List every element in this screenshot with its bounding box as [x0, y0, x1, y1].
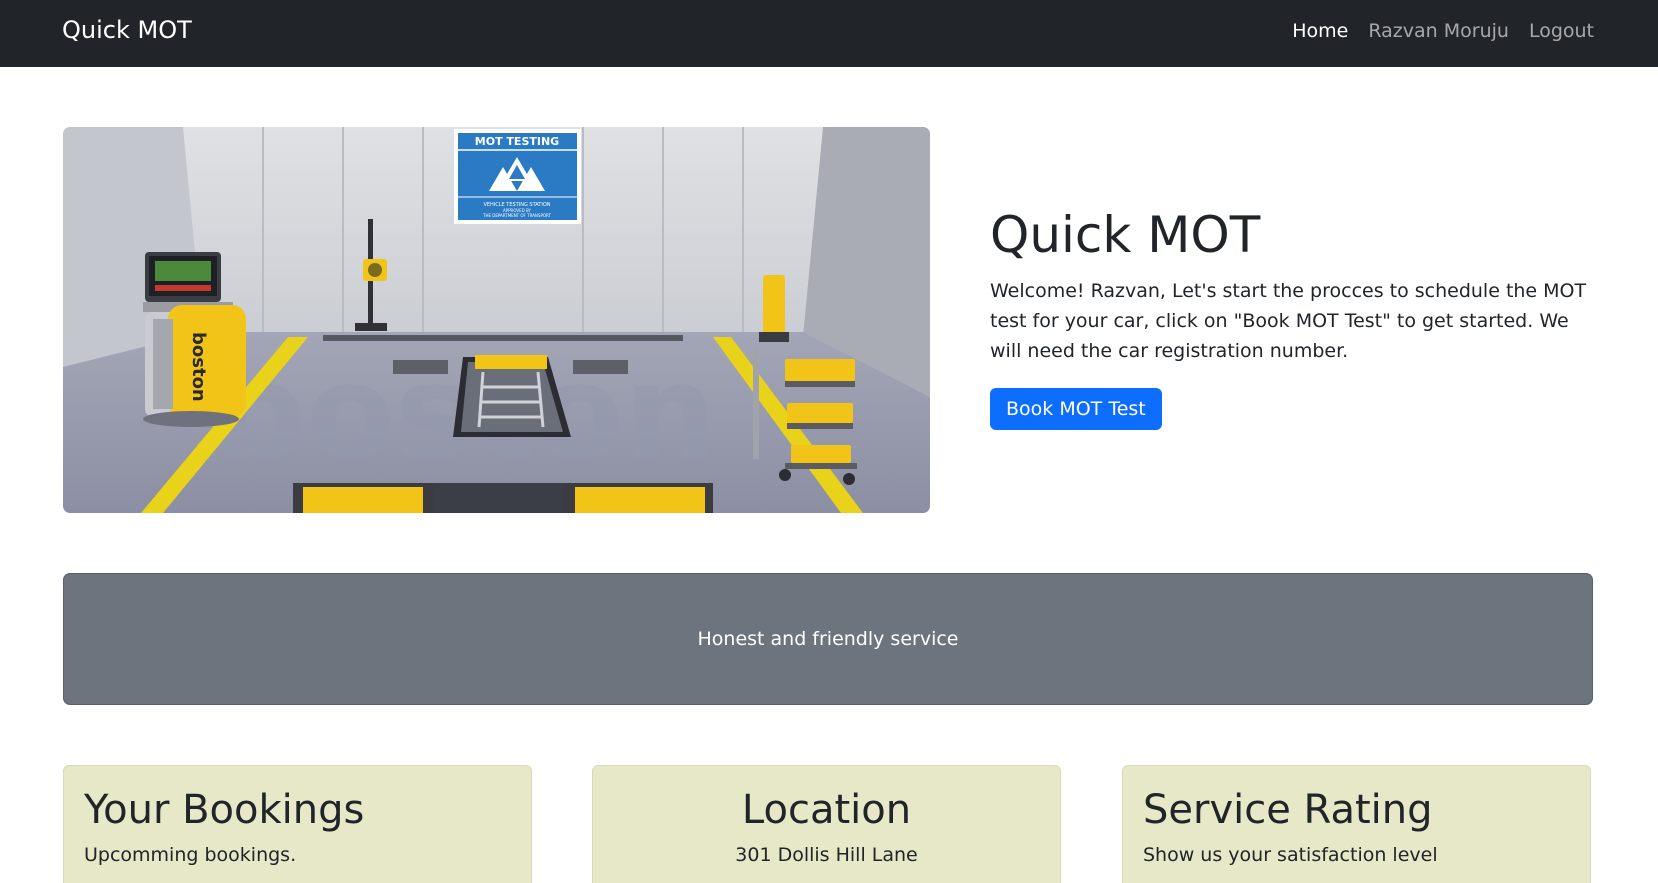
mot-garage-illustration: boston MOT TESTI [63, 127, 930, 513]
bookings-card-text: Upcomming bookings. [84, 844, 297, 866]
brand-link[interactable]: Quick MOT [62, 16, 192, 44]
service-rating-card-text: Show us your satisfaction level [1143, 844, 1438, 866]
banner-text: Honest and friendly service [697, 628, 959, 650]
service-rating-card-title: Service Rating [1143, 787, 1433, 833]
hero-image: boston MOT TESTI [63, 127, 930, 513]
hero-title: Quick MOT [990, 206, 1261, 264]
book-mot-test-button[interactable]: Book MOT Test [990, 388, 1162, 430]
info-banner: Honest and friendly service [63, 573, 1593, 705]
nav-link-home[interactable]: Home [1292, 20, 1348, 42]
location-card-text: 301 Dollis Hill Lane [735, 844, 918, 866]
hero-lead: Welcome! Razvan, Let's start the procces… [990, 280, 1587, 362]
hero-text: Quick MOT Welcome! Razvan, Let's start t… [990, 205, 1590, 430]
svg-text:THE DEPARTMENT OF TRANSPORT: THE DEPARTMENT OF TRANSPORT [482, 213, 551, 218]
nav-links: Home Razvan Moruju Logout [1292, 20, 1594, 42]
nav-link-logout[interactable]: Logout [1529, 20, 1594, 42]
nav-link-profile[interactable]: Razvan Moruju [1368, 20, 1509, 42]
bookings-card-title: Your Bookings [84, 787, 365, 833]
svg-text:boston: boston [188, 332, 209, 402]
navbar: Quick MOT Home Razvan Moruju Logout [0, 0, 1658, 67]
bookings-card: Your Bookings Upcomming bookings. [63, 765, 532, 883]
location-card-title: Location [741, 787, 912, 833]
location-card: Location 301 Dollis Hill Lane [592, 765, 1061, 883]
service-rating-card: Service Rating Show us your satisfaction… [1122, 765, 1591, 883]
svg-text:MOT TESTING: MOT TESTING [475, 135, 559, 148]
